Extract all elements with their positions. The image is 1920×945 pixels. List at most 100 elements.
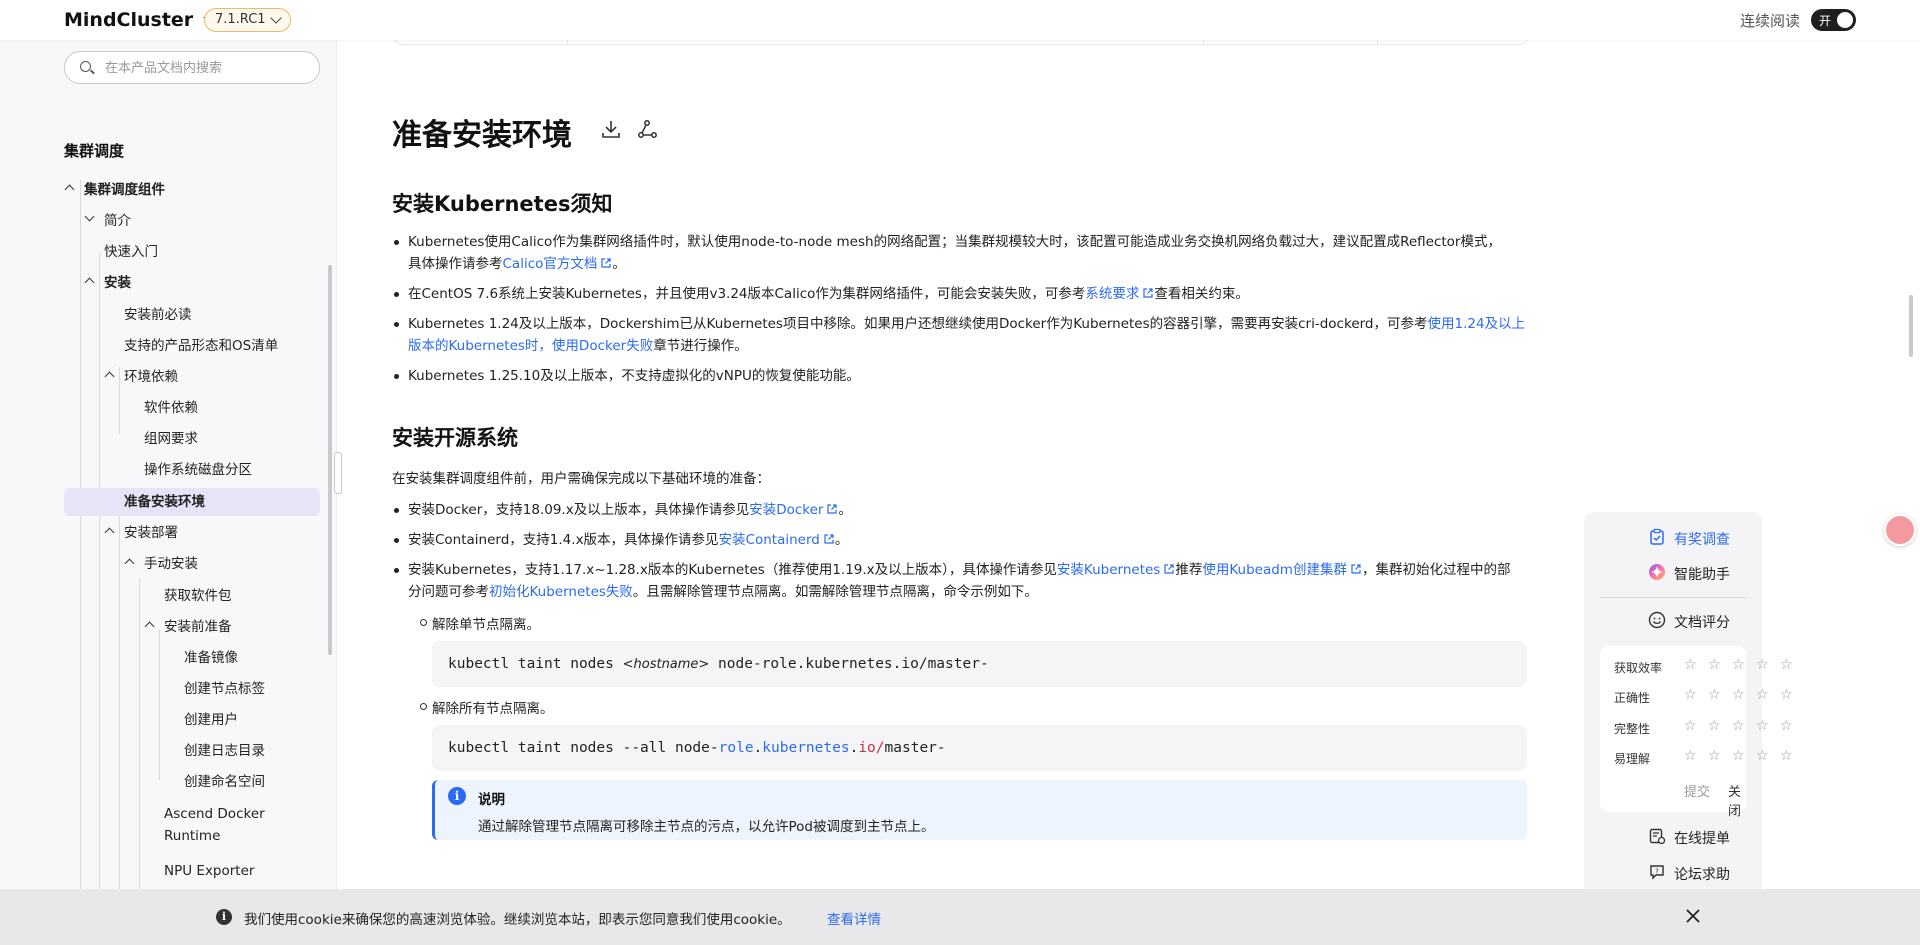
close-icon[interactable] — [1683, 906, 1703, 926]
sidebar-item-label: 支持的产品形态和OS清单 — [124, 338, 279, 354]
share-icon[interactable] — [636, 118, 658, 140]
version-selector[interactable]: 7.1.RC1 — [204, 8, 291, 32]
sidebar-item-software-deps[interactable]: 软件依赖 — [144, 399, 198, 417]
search-input[interactable] — [103, 57, 307, 79]
sidebar-item-intro[interactable]: 简介 — [84, 211, 131, 230]
list-item: 在CentOS 7.6系统上安装Kubernetes，并且使用v3.24版本Ca… — [392, 283, 1527, 305]
rating-star[interactable]: ☆ — [1708, 687, 1721, 703]
rating-star[interactable]: ☆ — [1732, 687, 1745, 703]
external-link-icon — [601, 258, 611, 268]
search-icon — [80, 61, 91, 72]
submit-button[interactable]: 提交 — [1684, 781, 1710, 800]
rating-star[interactable]: ☆ — [1756, 687, 1769, 703]
external-link-icon — [1143, 288, 1153, 298]
chat-assistant-fab[interactable] — [1884, 514, 1916, 546]
rating-star[interactable]: ☆ — [1756, 718, 1769, 734]
page-title: 准备安装环境 — [392, 118, 572, 153]
sidebar-item-create-user[interactable]: 创建用户 — [184, 711, 238, 729]
rating-star[interactable]: ☆ — [1780, 718, 1793, 734]
sidebar-item-node-labels[interactable]: 创建节点标签 — [184, 680, 265, 698]
forum-help-label: 论坛求助 — [1674, 867, 1730, 883]
sidebar-scrollbar[interactable] — [328, 265, 332, 655]
rating-star[interactable]: ☆ — [1756, 748, 1769, 764]
rating-card: 获取效率 正确性 完整性 易理解 ☆ ☆ ☆ ☆ ☆ ☆ ☆ ☆ ☆ ☆ ☆ ☆ ☆ ☆ ☆ ☆ ☆ ☆ ☆ ☆ 提交… — [1600, 646, 1793, 819]
sidebar: 集群调度 集群调度组件 简介 快速入门 安装 安装前必读 支持的产品形态和OS清… — [0, 40, 337, 945]
search-box[interactable] — [64, 51, 320, 84]
sidebar-item-label: 创建用户 — [184, 712, 238, 728]
tree-line — [119, 367, 120, 434]
rating-star[interactable]: ☆ — [1684, 657, 1697, 673]
sidebar-item-label: 简介 — [104, 213, 131, 229]
sidebar-item-env-deps[interactable]: 环境依赖 — [104, 368, 178, 386]
sidebar-item-prepare-images[interactable]: 准备镜像 — [184, 649, 238, 667]
rating-star[interactable]: ☆ — [1708, 718, 1721, 734]
rating-star[interactable]: ☆ — [1708, 657, 1721, 673]
list-item-text: Kubernetes 1.24及以上版本，Dockershim已从Kuberne… — [408, 316, 1428, 332]
install-kubernetes-link[interactable]: 安装Kubernetes — [1057, 562, 1175, 578]
continuous-reading-label: 连续阅读 — [1740, 12, 1801, 30]
rating-star[interactable]: ☆ — [1732, 718, 1745, 734]
sidebar-item-label: 创建日志目录 — [184, 743, 265, 759]
sidebar-item-ascend-docker-runtime[interactable]: Ascend Docker Runtime — [164, 805, 265, 849]
sidebar-item-label: 准备安装环境 — [124, 494, 205, 510]
survey-button[interactable]: 有奖调查 — [1650, 528, 1730, 549]
sidebar-item-supported-products[interactable]: 支持的产品形态和OS清单 — [124, 337, 278, 355]
calico-docs-link[interactable]: Calico官方文档 — [503, 256, 613, 272]
sidebar-item-install[interactable]: 安装 — [84, 274, 131, 292]
chevron-down-icon — [269, 12, 282, 24]
online-ticket-button[interactable]: 在线提单 — [1649, 828, 1730, 848]
assistant-button[interactable]: 智能助手 — [1649, 564, 1730, 584]
code-block-all-nodes[interactable]: kubectl taint nodes --all node-role.kube… — [432, 725, 1527, 771]
k8s-init-failure-link[interactable]: 初始化Kubernetes失败 — [489, 584, 633, 600]
list-item-text: 。 — [612, 256, 626, 272]
rating-star[interactable]: ☆ — [1780, 687, 1793, 703]
rating-star[interactable]: ☆ — [1732, 748, 1745, 764]
rating-star[interactable]: ☆ — [1780, 657, 1793, 673]
rating-star[interactable]: ☆ — [1732, 657, 1745, 673]
install-containerd-link[interactable]: 安装Containerd — [719, 532, 835, 548]
link-text: 使用Kubeadm创建集群 — [1202, 562, 1347, 578]
rating-star[interactable]: ☆ — [1780, 748, 1793, 764]
kubeadm-cluster-link[interactable]: 使用Kubeadm创建集群 — [1202, 562, 1362, 578]
code-token: role — [718, 740, 754, 756]
rating-star[interactable]: ☆ — [1684, 718, 1697, 734]
sidebar-item-npu-exporter[interactable]: NPU Exporter — [164, 862, 254, 880]
sidebar-item-prepare-env[interactable]: 准备安装环境 — [124, 493, 205, 511]
sidebar-item-network-reqs[interactable]: 组网要求 — [144, 430, 198, 448]
product-switcher[interactable]: MindCluster — [64, 9, 214, 31]
list-item-text: 。 — [838, 502, 852, 518]
list-item-text: 安装Docker，支持18.09.x及以上版本，具体操作请参见 — [408, 502, 750, 518]
sidebar-item-disk-partition[interactable]: 操作系统磁盘分区 — [144, 461, 252, 479]
sidebar-item-deploy[interactable]: 安装部署 — [104, 524, 178, 542]
list-item: Kubernetes 1.24及以上版本，Dockershim已从Kuberne… — [392, 313, 1527, 357]
sidebar-item-cluster-components[interactable]: 集群调度组件 — [64, 181, 165, 199]
sidebar-item-log-dir[interactable]: 创建日志目录 — [184, 742, 265, 760]
list-item-text: 。 — [834, 532, 849, 548]
sidebar-item-quickstart[interactable]: 快速入门 — [104, 243, 158, 261]
tree-line — [80, 180, 81, 945]
cookie-details-link[interactable]: 查看详情 — [827, 908, 881, 928]
continuous-reading-toggle[interactable]: 开 — [1811, 9, 1856, 31]
list-item-text: 安装Containerd，支持1.4.x版本，具体操作请参见 — [408, 532, 719, 548]
link-text: 安装Docker — [749, 502, 824, 518]
sidebar-item-pre-install-prep[interactable]: 安装前准备 — [144, 618, 232, 636]
section-heading-k8s-notes: 安装Kubernetes须知 — [392, 192, 613, 216]
forum-help-button[interactable]: ? 论坛求助 — [1650, 864, 1730, 884]
rating-star[interactable]: ☆ — [1708, 748, 1721, 764]
download-icon[interactable] — [600, 118, 622, 140]
sidebar-item-manual-install[interactable]: 手动安装 — [124, 555, 198, 573]
system-reqs-link[interactable]: 系统要求 — [1085, 286, 1154, 302]
rating-star[interactable]: ☆ — [1684, 748, 1697, 764]
sidebar-item-preinstall-reading[interactable]: 安装前必读 — [124, 306, 192, 324]
close-rating-button[interactable]: 关闭 — [1728, 781, 1746, 819]
chevron-up-icon — [84, 277, 95, 288]
sidebar-collapse-handle[interactable] — [334, 452, 342, 494]
install-docker-link[interactable]: 安装Docker — [749, 502, 838, 518]
code-block-single-node[interactable]: kubectl taint nodes <hostname> node-role… — [432, 641, 1527, 687]
sidebar-item-get-packages[interactable]: 获取软件包 — [164, 587, 232, 605]
rating-star[interactable]: ☆ — [1684, 687, 1697, 703]
sidebar-item-namespace[interactable]: 创建命名空间 — [184, 773, 265, 791]
rating-star[interactable]: ☆ — [1756, 657, 1769, 673]
sidebar-item-label: 手动安装 — [144, 556, 198, 572]
main-scrollbar[interactable] — [1909, 295, 1913, 357]
